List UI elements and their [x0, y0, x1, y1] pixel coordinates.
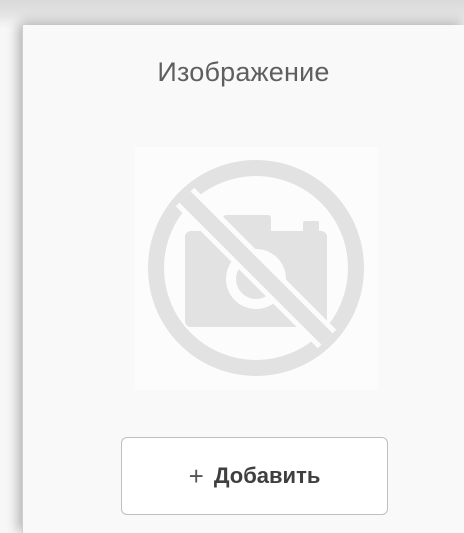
image-placeholder	[135, 147, 378, 390]
no-camera-icon	[148, 160, 364, 376]
image-panel: Изображение + Добавить	[22, 25, 464, 533]
plus-icon: +	[188, 461, 204, 491]
add-image-button[interactable]: + Добавить	[121, 437, 388, 515]
add-button-label: Добавить	[213, 463, 321, 488]
panel-title: Изображение	[157, 57, 330, 87]
